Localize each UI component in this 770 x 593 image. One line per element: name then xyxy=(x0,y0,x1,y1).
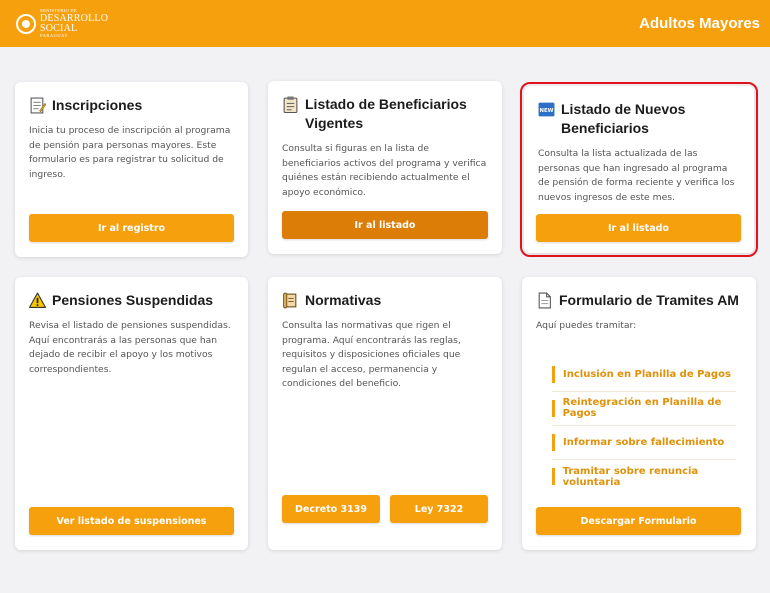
card-title-suspendidas: Pensiones Suspendidas xyxy=(52,292,214,308)
card-nuevos: NEW Listado de Nuevos Beneficiarios Cons… xyxy=(520,82,758,257)
logo-line-2: DESARROLLO xyxy=(40,12,109,24)
card-title-nuevos: Listado de Nuevos Beneficiarios xyxy=(561,101,686,136)
card-desc-vigentes: Consulta si figuras en la lista de benef… xyxy=(282,143,487,198)
decreto-3139-button[interactable]: Decreto 3139 xyxy=(282,495,380,523)
card-inscripciones: Inscripciones Inicia tu proceso de inscr… xyxy=(15,82,248,257)
ley-7322-button[interactable]: Ley 7322 xyxy=(390,495,488,523)
card-normativas: Normativas Consulta las normativas que r… xyxy=(268,277,502,550)
card-desc-normativas: Consulta las normativas que rigen el pro… xyxy=(282,320,461,389)
descargar-formulario-button[interactable]: Descargar Formulario xyxy=(536,507,741,535)
document-icon xyxy=(538,292,551,309)
card-tramites: Formulario de Tramites AM Aquí puedes tr… xyxy=(522,277,756,550)
card-desc-suspendidas: Revisa el listado de pensiones suspendid… xyxy=(29,320,231,375)
card-desc-inscripciones: Inicia tu proceso de inscripción al prog… xyxy=(29,125,231,180)
tramite-link-reintegracion[interactable]: Reintegración en Planilla de Pagos xyxy=(552,392,736,426)
scroll-icon xyxy=(283,292,297,309)
card-desc-tramites: Aquí puedes tramitar: xyxy=(536,320,637,331)
tramites-list: Inclusión en Planilla de Pagos Reintegra… xyxy=(536,358,742,494)
card-title-vigentes: Listado de Beneficiarios Vigentes xyxy=(305,96,467,131)
svg-text:NEW: NEW xyxy=(540,108,554,114)
ir-al-listado-vigentes-button[interactable]: Ir al listado xyxy=(282,211,488,239)
new-badge-icon: NEW xyxy=(538,102,555,117)
page-title: Adultos Mayores xyxy=(639,15,760,32)
warning-icon xyxy=(29,292,46,308)
card-suspendidas: Pensiones Suspendidas Revisa el listado … xyxy=(15,277,248,550)
card-title-tramites: Formulario de Tramites AM xyxy=(559,292,739,308)
tramite-link-inclusion[interactable]: Inclusión en Planilla de Pagos xyxy=(552,358,736,392)
card-desc-nuevos: Consulta la lista actualizada de las per… xyxy=(538,148,735,203)
tramite-link-fallecimiento[interactable]: Informar sobre fallecimiento xyxy=(552,426,736,460)
seal-icon xyxy=(16,13,36,34)
card-vigentes: Listado de Beneficiarios Vigentes Consul… xyxy=(268,81,502,254)
ir-al-registro-button[interactable]: Ir al registro xyxy=(29,214,234,242)
card-title-normativas: Normativas xyxy=(305,292,382,308)
clipboard-icon xyxy=(283,96,298,113)
logo-line-3: SOCIAL xyxy=(40,22,78,34)
logo-line-4: PARAGUAY xyxy=(40,32,69,38)
ministry-logo[interactable]: MINISTERIO DE DESARROLLO SOCIAL PARAGUAY xyxy=(16,8,109,38)
ir-al-listado-nuevos-button[interactable]: Ir al listado xyxy=(536,214,741,242)
card-title-inscripciones: Inscripciones xyxy=(52,97,143,113)
top-header: MINISTERIO DE DESARROLLO SOCIAL PARAGUAY… xyxy=(0,0,770,47)
memo-icon xyxy=(30,97,46,114)
tramite-link-renuncia[interactable]: Tramitar sobre renuncia voluntaria xyxy=(552,460,736,494)
ver-suspensiones-button[interactable]: Ver listado de suspensiones xyxy=(29,507,234,535)
